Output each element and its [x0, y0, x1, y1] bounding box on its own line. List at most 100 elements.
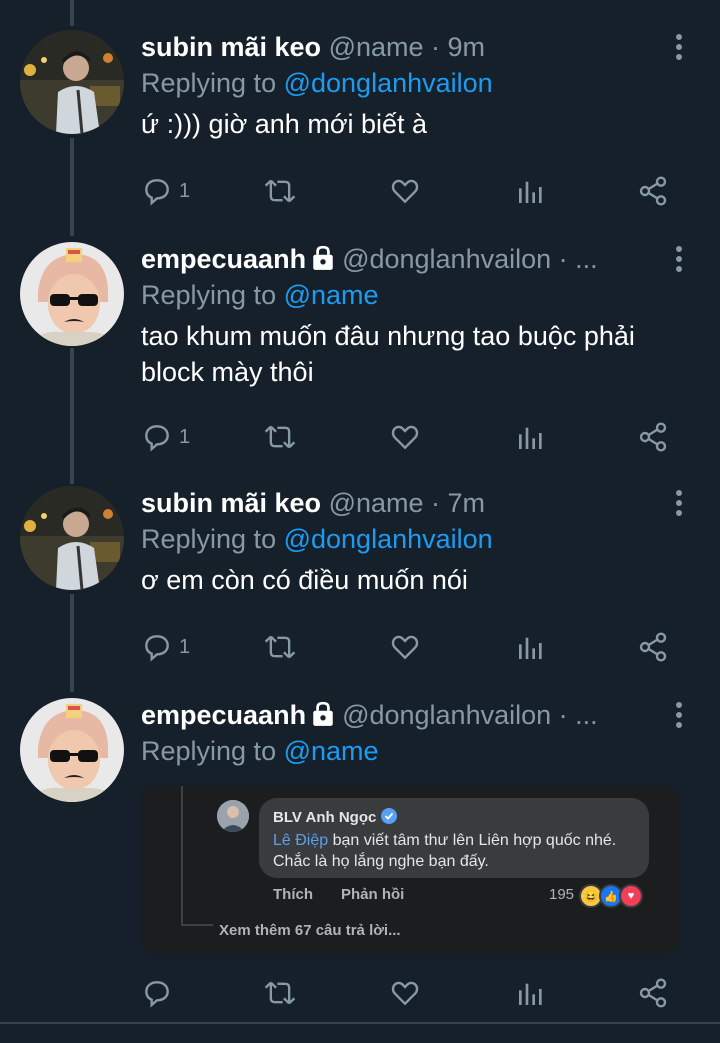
handle-timestamp: @donglanhvailon · ... — [342, 244, 598, 274]
verified-icon — [380, 808, 397, 824]
analytics-button[interactable] — [515, 420, 547, 454]
share-button[interactable] — [637, 630, 669, 664]
tweet-header: empecuaanh @donglanhvailon · ... — [141, 698, 598, 732]
reply-button[interactable] — [141, 976, 173, 1010]
comment-reply-label: Phản hồi — [341, 886, 405, 903]
more-icon[interactable] — [676, 34, 684, 64]
analytics-button[interactable] — [515, 976, 547, 1010]
more-icon[interactable] — [676, 246, 684, 276]
share-icon — [639, 632, 667, 662]
bottom-divider — [0, 1022, 720, 1024]
avatar[interactable] — [20, 486, 124, 590]
tweet-header: subin mãi keo @name · 9m — [141, 30, 485, 64]
more-icon[interactable] — [676, 490, 684, 520]
tagged-user: Lê Điệp — [273, 832, 329, 849]
mention-link[interactable]: @name — [284, 736, 379, 766]
retweet-button[interactable] — [263, 976, 297, 1010]
reply-button[interactable]: 1 — [141, 174, 190, 208]
action-bar: 1 — [141, 174, 681, 208]
replying-prefix: Replying to — [141, 736, 284, 766]
replying-to: Replying to @name — [141, 734, 379, 768]
reply-count: 1 — [179, 179, 191, 202]
commenter-name: BLV Anh Ngọc — [273, 808, 397, 826]
action-bar: 1 — [141, 630, 681, 664]
analytics-icon — [519, 427, 542, 449]
share-button[interactable] — [637, 420, 669, 454]
reaction-icons: 😆 👍 ♥ — [579, 884, 643, 908]
handle-timestamp: @donglanhvailon · ... — [342, 700, 598, 730]
analytics-icon — [519, 637, 542, 659]
reaction-count: 195 — [549, 886, 575, 903]
retweet-button[interactable] — [263, 630, 297, 664]
comment-bubble: BLV Anh Ngọc Lê Điệp bạn viết tâm thư lê… — [259, 798, 649, 878]
analytics-button[interactable] — [515, 174, 547, 208]
retweet-icon — [264, 981, 296, 1005]
reply-icon — [145, 179, 169, 206]
mention-link[interactable]: @donglanhvailon — [284, 68, 493, 98]
replying-to: Replying to @donglanhvailon — [141, 66, 493, 100]
retweet-icon — [264, 179, 296, 203]
retweet-button[interactable] — [263, 174, 297, 208]
lock-icon — [313, 701, 333, 726]
reply-icon — [145, 635, 169, 662]
heart-icon: ♥ — [619, 884, 643, 908]
avatar[interactable] — [20, 30, 124, 134]
action-bar — [141, 976, 681, 1010]
reply-icon — [145, 981, 169, 1008]
lock-icon — [313, 245, 333, 270]
thread-line-2 — [70, 348, 74, 484]
analytics-button[interactable] — [515, 630, 547, 664]
analytics-icon — [519, 181, 542, 203]
thread-line-1 — [70, 138, 74, 236]
like-icon — [391, 981, 419, 1006]
tweet-text: tao khum muốn đâu nhưng tao buộc phải bl… — [141, 321, 635, 387]
share-button[interactable] — [637, 174, 669, 208]
display-name[interactable]: subin mãi keo — [141, 32, 321, 62]
like-button[interactable] — [389, 630, 421, 664]
replying-prefix: Replying to — [141, 68, 284, 98]
avatar[interactable] — [20, 242, 124, 346]
share-icon — [639, 422, 667, 452]
reply-button[interactable]: 1 — [141, 420, 190, 454]
replying-prefix: Replying to — [141, 524, 284, 554]
tweet-header: empecuaanh @donglanhvailon · ... — [141, 242, 598, 276]
replying-to: Replying to @donglanhvailon — [141, 522, 493, 556]
like-icon — [391, 635, 419, 660]
share-icon — [639, 978, 667, 1008]
more-replies-link: Xem thêm 67 câu trả lời... — [219, 922, 401, 939]
tweet-text: ứ :))) giờ anh mới biết à — [141, 109, 428, 139]
reply-count: 1 — [179, 425, 191, 448]
like-icon — [391, 425, 419, 450]
analytics-icon — [519, 983, 542, 1005]
reply-button[interactable]: 1 — [141, 630, 190, 664]
display-name[interactable]: subin mãi keo — [141, 488, 321, 518]
retweet-button[interactable] — [263, 420, 297, 454]
like-button[interactable] — [389, 420, 421, 454]
retweet-icon — [264, 425, 296, 449]
display-name[interactable]: empecuaanh — [141, 244, 306, 274]
more-icon[interactable] — [676, 702, 684, 732]
share-icon — [639, 176, 667, 206]
tweet-header: subin mãi keo @name · 7m — [141, 486, 485, 520]
thread-line-top — [70, 0, 74, 26]
display-name[interactable]: empecuaanh — [141, 700, 306, 730]
like-button[interactable] — [389, 976, 421, 1010]
retweet-icon — [264, 635, 296, 659]
replying-prefix: Replying to — [141, 280, 284, 310]
replying-to: Replying to @name — [141, 278, 379, 312]
comment-text: Lê Điệp bạn viết tâm thư lên Liên hợp qu… — [273, 830, 643, 872]
tweet-text: ơ em còn có điều muốn nói — [141, 565, 468, 595]
handle-timestamp: @name · 7m — [328, 488, 486, 518]
reply-count: 1 — [179, 635, 191, 658]
like-button[interactable] — [389, 174, 421, 208]
comment-thread-line — [181, 786, 183, 926]
comment-like-label: Thích — [273, 886, 313, 903]
share-button[interactable] — [637, 976, 669, 1010]
mention-link[interactable]: @name — [284, 280, 379, 310]
comment-thread-branch — [181, 924, 213, 926]
avatar[interactable] — [20, 698, 124, 802]
attached-image[interactable]: BLV Anh Ngọc Lê Điệp bạn viết tâm thư lê… — [141, 786, 679, 954]
commenter-avatar — [217, 800, 249, 832]
mention-link[interactable]: @donglanhvailon — [284, 524, 493, 554]
like-icon — [391, 179, 419, 204]
